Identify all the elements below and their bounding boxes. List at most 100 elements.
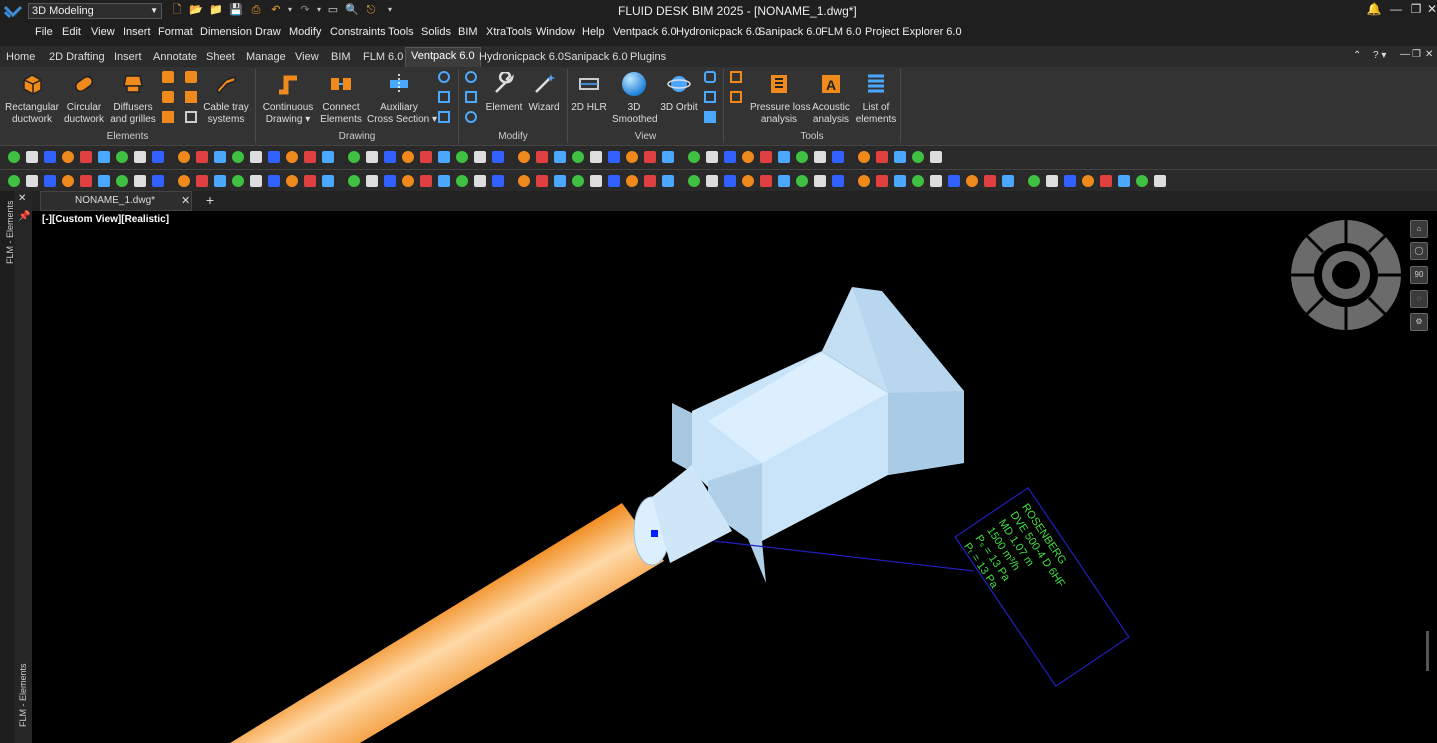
panel-close-icon[interactable]: ✕ — [18, 193, 26, 204]
toolbar-tool-icon[interactable] — [724, 151, 736, 163]
grid-icon[interactable] — [185, 111, 197, 123]
toolbar-tool-icon[interactable] — [760, 175, 772, 187]
notification-bell-icon[interactable]: 🔔 — [1366, 2, 1382, 16]
new-tab-plus-icon[interactable]: + — [202, 192, 218, 208]
box-icon[interactable] — [185, 91, 197, 103]
element-button[interactable]: Element — [484, 69, 524, 127]
toolbar-tool-icon[interactable] — [590, 175, 602, 187]
toolbar-tool-icon[interactable] — [1118, 175, 1130, 187]
toolbar-tool-icon[interactable] — [644, 151, 656, 163]
toolbar-tool-icon[interactable] — [536, 151, 548, 163]
tab-sheet[interactable]: Sheet — [201, 51, 240, 68]
toolbar-tool-icon[interactable] — [984, 175, 996, 187]
toolbar-tool-icon[interactable] — [304, 151, 316, 163]
toolbar-tool-icon[interactable] — [1064, 175, 1076, 187]
cable-tray-button[interactable]: Cable tray systems — [202, 69, 250, 127]
toolbar-tool-icon[interactable] — [688, 175, 700, 187]
menu-format[interactable]: Format — [158, 26, 193, 38]
drawing-viewport[interactable]: [-][Custom View][Realistic] ROSENBERG DV… — [32, 211, 1437, 743]
toolbar-tool-icon[interactable] — [912, 175, 924, 187]
tab-ventpack[interactable]: Ventpack 6.0 — [405, 47, 481, 67]
tab-hydronicpack[interactable]: Hydronicpack 6.0 — [474, 51, 569, 68]
toolbar-tool-icon[interactable] — [518, 151, 530, 163]
menu-draw[interactable]: Draw — [255, 26, 281, 38]
restore-icon[interactable]: ❐ — [1408, 2, 1424, 16]
toolbar-tool-icon[interactable] — [572, 151, 584, 163]
menu-flm[interactable]: FLM 6.0 — [821, 26, 861, 38]
list-of-elements-button[interactable]: List of elements — [854, 69, 898, 127]
doc-minimize-icon[interactable]: — — [1400, 49, 1410, 60]
toolbar-tool-icon[interactable] — [456, 175, 468, 187]
open-folder-icon[interactable]: 📂 — [189, 3, 203, 17]
toolbar-tool-icon[interactable] — [474, 151, 486, 163]
toolbar-tool-icon[interactable] — [250, 151, 262, 163]
wizard-button[interactable]: Wizard — [526, 69, 562, 127]
toolbar-tool-icon[interactable] — [742, 175, 754, 187]
toolbar-tool-icon[interactable] — [98, 151, 110, 163]
toolbar-tool-icon[interactable] — [814, 151, 826, 163]
toolbar-tool-icon[interactable] — [626, 175, 638, 187]
tool-settings-icon[interactable] — [730, 71, 742, 83]
toolbar-tool-icon[interactable] — [662, 151, 674, 163]
toolbar-tool-icon[interactable] — [116, 175, 128, 187]
toolbar-tool-icon[interactable] — [1028, 175, 1040, 187]
toolbar-tool-icon[interactable] — [858, 151, 870, 163]
close-icon[interactable]: ✕ — [1424, 2, 1437, 16]
2d-hlr-button[interactable]: 2D HLR — [570, 69, 608, 127]
tab-2d-drafting[interactable]: 2D Drafting — [44, 51, 110, 68]
toolbar-tool-icon[interactable] — [8, 151, 20, 163]
toolbar-tool-icon[interactable] — [662, 175, 674, 187]
open-recent-icon[interactable]: 📁 — [209, 3, 223, 17]
toolbar-tool-icon[interactable] — [196, 175, 208, 187]
toolbar-tool-icon[interactable] — [554, 151, 566, 163]
tab-plugins[interactable]: Plugins — [625, 51, 671, 68]
toolbar-tool-icon[interactable] — [1100, 175, 1112, 187]
toolbar-tool-icon[interactable] — [608, 151, 620, 163]
toolbar-tool-icon[interactable] — [644, 175, 656, 187]
toolbar-tool-icon[interactable] — [894, 151, 906, 163]
toolbar-tool-icon[interactable] — [348, 151, 360, 163]
menu-bim[interactable]: BIM — [458, 26, 478, 38]
toolbar-tool-icon[interactable] — [420, 175, 432, 187]
toolbar-tool-icon[interactable] — [894, 175, 906, 187]
toolbar-tool-icon[interactable] — [796, 151, 808, 163]
layout-icon[interactable]: ▭ — [326, 3, 340, 17]
toolbar-tool-icon[interactable] — [214, 151, 226, 163]
align-icon[interactable] — [438, 91, 450, 103]
toolbar-tool-icon[interactable] — [44, 175, 56, 187]
navigation-wheel[interactable] — [1290, 219, 1402, 331]
toolbar-tool-icon[interactable] — [134, 175, 146, 187]
help-icon[interactable]: ? ▾ — [1373, 50, 1386, 61]
acoustic-analysis-button[interactable]: A Acoustic analysis — [810, 69, 852, 127]
toolbar-tool-icon[interactable] — [26, 175, 38, 187]
tab-insert[interactable]: Insert — [109, 51, 147, 68]
toolbar-tool-icon[interactable] — [724, 175, 736, 187]
toolbar-tool-icon[interactable] — [1046, 175, 1058, 187]
rotate-icon[interactable] — [438, 71, 450, 83]
continuous-drawing-button[interactable]: Continuous Drawing ▾ — [260, 69, 316, 127]
toolbar-tool-icon[interactable] — [1136, 175, 1148, 187]
toolbar-tool-icon[interactable] — [268, 151, 280, 163]
toolbar-tool-icon[interactable] — [832, 175, 844, 187]
toolbar-tool-icon[interactable] — [876, 175, 888, 187]
toolbar-tool-icon[interactable] — [384, 175, 396, 187]
side-panel-label-bottom[interactable]: FLM - Elements — [18, 663, 28, 727]
minimize-icon[interactable]: — — [1388, 2, 1404, 16]
toolbar-tool-icon[interactable] — [832, 151, 844, 163]
toolbar-tool-icon[interactable] — [134, 151, 146, 163]
toolbar-tool-icon[interactable] — [366, 151, 378, 163]
tab-annotate[interactable]: Annotate — [148, 51, 202, 68]
menu-solids[interactable]: Solids — [421, 26, 451, 38]
toolbar-tool-icon[interactable] — [420, 151, 432, 163]
toolbar-tool-icon[interactable] — [536, 175, 548, 187]
tab-manage[interactable]: Manage — [241, 51, 291, 68]
rotate-90-button[interactable]: 90 — [1410, 266, 1428, 284]
collapse-ribbon-icon[interactable]: ⌃ — [1353, 50, 1361, 61]
new-file-icon[interactable]: 🗋 — [170, 3, 184, 17]
menu-hydronicpack[interactable]: Hydronicpack 6.0 — [676, 26, 761, 38]
toolbar-tool-icon[interactable] — [814, 175, 826, 187]
toolbar-tool-icon[interactable] — [760, 151, 772, 163]
toolbar-tool-icon[interactable] — [384, 151, 396, 163]
toolbar-tool-icon[interactable] — [876, 151, 888, 163]
toolbar-tool-icon[interactable] — [456, 151, 468, 163]
